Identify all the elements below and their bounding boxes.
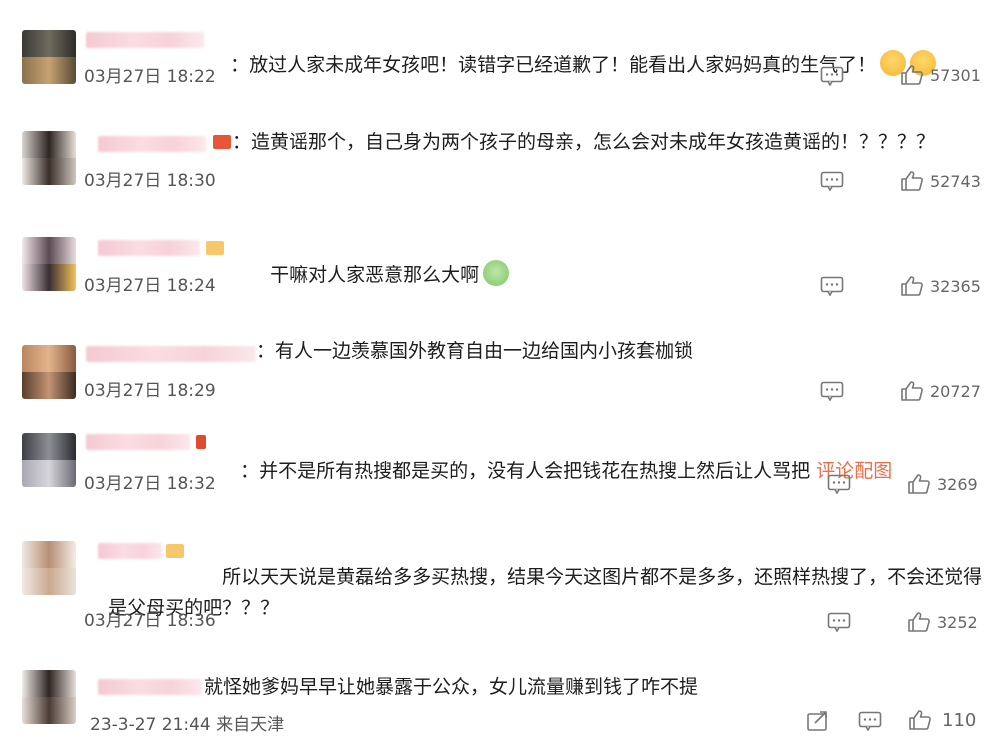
reply-button[interactable] (820, 66, 844, 86)
thumbs-up-icon (907, 473, 931, 495)
comment-date: 03月27日 18:22 (84, 67, 216, 87)
comment-date: 03月27日 18:30 (84, 171, 216, 191)
username[interactable] (86, 346, 256, 362)
reply-button[interactable] (820, 276, 844, 296)
like-count: 52743 (930, 171, 981, 191)
comment-icon (827, 474, 851, 494)
username[interactable] (98, 543, 162, 559)
comment-icon (858, 711, 882, 731)
comment-icon (820, 276, 844, 296)
like-button[interactable]: 20727 (900, 380, 981, 402)
like-count: 110 (942, 709, 977, 731)
like-count: 3269 (937, 474, 978, 494)
comment-text: 就怪她爹妈早早让她暴露于公众，女儿流量赚到钱了咋不提 (204, 676, 699, 698)
like-button[interactable]: 57301 (900, 64, 981, 86)
username[interactable] (98, 679, 202, 695)
username[interactable] (98, 240, 200, 256)
comment-date: 03月27日 18:29 (84, 381, 216, 401)
like-button[interactable]: 110 (908, 709, 976, 731)
reply-button[interactable] (827, 612, 851, 632)
avatar[interactable] (22, 131, 76, 185)
avatar[interactable] (22, 237, 76, 291)
thumbs-up-icon (900, 380, 924, 402)
comment-text: ：放过人家未成年女孩吧！读错字已经道歉了！能看出人家妈妈真的生气了！ (206, 22, 937, 107)
comment-text: ：造黄谣那个，自己身为两个孩子的母亲，怎么会对未成年女孩造黄谣的！？？？？ (232, 131, 936, 153)
reply-button[interactable] (820, 171, 844, 191)
like-button[interactable]: 32365 (900, 275, 981, 297)
like-button[interactable]: 3269 (907, 473, 978, 495)
thumbs-up-icon (900, 275, 924, 297)
avatar[interactable] (22, 670, 76, 724)
thumbs-up-icon (908, 709, 932, 731)
share-icon (806, 710, 830, 732)
comment-icon (827, 612, 851, 632)
thumbs-up-icon (900, 64, 924, 86)
avatar[interactable] (22, 30, 76, 84)
thumbs-up-icon (900, 170, 924, 192)
radish-emoji-icon (483, 260, 510, 286)
reply-button[interactable] (858, 711, 882, 731)
username[interactable] (86, 434, 190, 450)
comment-date: 03月27日 18:32 (84, 474, 216, 494)
comment-icon (820, 66, 844, 86)
vip-badge-icon (166, 544, 184, 558)
vip-badge-icon (196, 435, 206, 449)
username[interactable] (98, 136, 206, 152)
username[interactable] (86, 32, 204, 48)
comment-text: ：有人一边羡慕国外教育自由一边给国内小孩套枷锁 (256, 340, 694, 362)
like-button[interactable]: 3252 (907, 611, 978, 633)
avatar[interactable] (22, 541, 76, 595)
comment-date: 03月27日 18:24 (84, 276, 216, 296)
reply-button[interactable] (827, 474, 851, 494)
vip-badge-icon (206, 241, 224, 255)
comment-text: ：并不是所有热搜都是买的，没有人会把钱花在热搜上然后让人骂把 评论配图 (240, 460, 893, 482)
reply-button[interactable] (820, 381, 844, 401)
thumbs-up-icon (907, 611, 931, 633)
comment-date: 03月27日 18:36 (84, 611, 216, 631)
like-count: 32365 (930, 276, 981, 296)
comment-icon (820, 171, 844, 191)
share-button[interactable] (806, 710, 830, 732)
comment-text: 所以天天说是黄磊给多多买热搜，结果今天这图片都不是多多，还照样热搜了，不会还觉得 (222, 566, 983, 588)
like-count: 57301 (930, 65, 981, 85)
comment-text: 干嘛对人家恶意那么大啊 (246, 232, 510, 317)
like-count: 20727 (930, 381, 981, 401)
comment-icon (820, 381, 844, 401)
avatar[interactable] (22, 345, 76, 399)
avatar[interactable] (22, 433, 76, 487)
like-button[interactable]: 52743 (900, 170, 981, 192)
like-count: 3252 (937, 612, 978, 632)
vip-badge-icon (213, 135, 231, 149)
comment-date: 23-3-27 21:44 来自天津 (90, 715, 285, 735)
